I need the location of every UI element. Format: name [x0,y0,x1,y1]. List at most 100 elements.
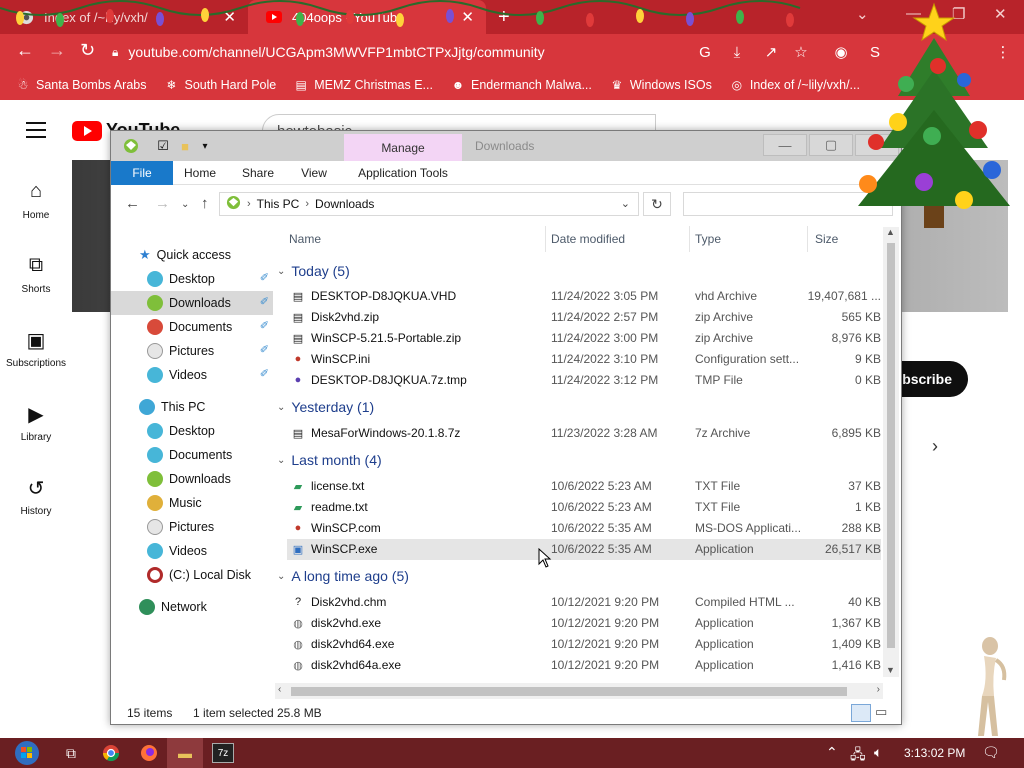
column-header-size[interactable]: Size [815,226,838,252]
share-icon[interactable]: ↗ [762,43,780,61]
chrome-icon[interactable] [100,743,122,763]
chevron-down-icon[interactable]: ⌄ [621,197,630,210]
volume-icon[interactable]: 🔈︎ [874,744,882,761]
large-icons-view-icon[interactable]: ▭ [875,704,887,720]
chevron-right-icon[interactable]: › [877,684,880,695]
browser-tab-youtube[interactable]: 404oops - YouTube ✕ [248,0,486,34]
column-header-date[interactable]: Date modified [551,226,625,252]
up-arrow-icon[interactable]: ↑ [201,195,209,212]
explorer-address-bar[interactable]: › This PC › Downloads ⌄ [219,192,639,216]
chevron-down-icon[interactable]: ⌄ [181,199,189,210]
breadcrumb-this-pc[interactable]: This PC [257,197,300,211]
nav-pc-local-disk[interactable]: (C:) Local Disk [111,563,273,587]
pin-icon[interactable]: ✐ [260,319,269,332]
explorer-search-input[interactable] [683,192,893,216]
pin-icon[interactable]: ✐ [260,271,269,284]
file-row[interactable]: ● WinSCP.ini 11/24/2022 3:10 PM Configur… [287,349,881,370]
file-row[interactable]: ▤ MesaForWindows-20.1.8.7z 11/23/2022 3:… [287,423,881,444]
nav-quick-downloads[interactable]: Downloads ✐ [111,291,273,315]
chevron-up-icon[interactable]: ⌃ [826,744,838,761]
close-icon[interactable]: ✕ [461,8,474,26]
nav-quick-pictures[interactable]: Pictures ✐ [111,339,273,363]
bookmark-index-of[interactable]: ◎ Index of /~lily/vxh/... [730,78,860,92]
new-tab-button[interactable]: + [498,6,510,29]
pin-icon[interactable]: ✐ [260,343,269,356]
manage-context-tab[interactable]: Manage [344,134,462,161]
minimize-icon[interactable]: — [763,134,807,156]
seven-zip-icon[interactable]: 7z [212,743,234,763]
chevron-down-icon[interactable]: ⌄ [856,5,869,23]
firefox-icon[interactable] [138,743,160,763]
file-row[interactable]: ▤ WinSCP-5.21.5-Portable.zip 11/24/2022 … [287,328,881,349]
yt-nav-shorts[interactable]: ⧉ Shorts [0,254,72,295]
group-header-last-month[interactable]: ⌄ Last month (4) [277,450,382,470]
nav-quick-desktop[interactable]: Desktop ✐ [111,267,273,291]
back-arrow-icon[interactable]: ← [16,40,34,61]
column-header-name[interactable]: Name [289,226,321,252]
restore-icon[interactable]: ❐ [952,5,965,23]
file-row[interactable]: ? Disk2vhd.chm 10/12/2021 9:20 PM Compil… [287,592,881,613]
nav-quick-videos[interactable]: Videos ✐ [111,363,273,387]
nav-this-pc[interactable]: This PC [111,395,273,419]
file-row-selected[interactable]: ▣ WinSCP.exe 10/6/2022 5:35 AM Applicati… [287,539,881,560]
task-view-icon[interactable]: ⧉ [60,743,82,763]
column-divider[interactable] [545,226,546,252]
pin-icon[interactable]: ✐ [260,295,269,308]
minimize-icon[interactable]: — [906,5,921,22]
properties-icon[interactable]: ☑ [155,138,171,154]
close-icon[interactable]: ✕ [994,5,1007,23]
notification-icon[interactable]: 🗨︎ [982,744,1000,761]
reload-icon[interactable]: ↻ [80,40,95,61]
yt-nav-history[interactable]: ↺ History [0,476,72,517]
file-row[interactable]: ● DESKTOP-D8JQKUA.7z.tmp 11/24/2022 3:12… [287,370,881,391]
nav-pc-documents[interactable]: Documents [111,443,273,467]
file-explorer-icon[interactable]: ▬ [174,743,196,763]
file-row[interactable]: ◍ disk2vhd64a.exe 10/12/2021 9:20 PM App… [287,655,881,676]
hamburger-menu-icon[interactable] [26,122,46,143]
ribbon-tab-file[interactable]: File [111,161,173,185]
install-icon[interactable]: ⤓ [728,43,746,61]
nav-pc-videos[interactable]: Videos [111,539,273,563]
close-icon[interactable]: ✕ [855,134,899,156]
file-row[interactable]: ▤ DESKTOP-D8JQKUA.VHD 11/24/2022 3:05 PM… [287,286,881,307]
bookmark-windows-isos[interactable]: ♛ Windows ISOs [610,78,711,92]
globe-icon[interactable] [123,138,139,154]
google-icon[interactable]: G [696,43,714,61]
start-button[interactable] [12,740,42,766]
file-row[interactable]: ● WinSCP.com 10/6/2022 5:35 AM MS-DOS Ap… [287,518,881,539]
group-header-yesterday[interactable]: ⌄ Yesterday (1) [277,397,374,417]
kebab-menu-icon[interactable]: ⋮ [994,43,1012,61]
vertical-scrollbar[interactable]: ▲ ▼ [883,227,899,677]
forward-arrow-icon[interactable]: → [48,40,66,61]
chevron-up-icon[interactable]: ▲ [886,227,895,237]
forward-arrow-icon[interactable]: → [155,195,170,212]
file-row[interactable]: ◍ disk2vhd.exe 10/12/2021 9:20 PM Applic… [287,613,881,634]
close-icon[interactable]: ✕ [223,8,236,26]
file-row[interactable]: ▰ readme.txt 10/6/2022 5:23 AM TXT File … [287,497,881,518]
yt-nav-home[interactable]: ⌂ Home [0,180,72,221]
breadcrumb-downloads[interactable]: Downloads [315,197,374,211]
bookmark-santa-bombs[interactable]: ☃ Santa Bombs Arabs [16,78,147,92]
yt-nav-subscriptions[interactable]: ▣ Subscriptions [0,328,72,369]
extension-s-icon[interactable]: S [866,43,884,61]
chevron-left-icon[interactable]: ‹ [278,684,281,695]
nav-network[interactable]: Network [111,595,273,619]
file-row[interactable]: ◍ disk2vhd64.exe 10/12/2021 9:20 PM Appl… [287,634,881,655]
bookmark-south-hard-pole[interactable]: ❄ South Hard Pole [164,78,276,92]
yt-nav-library[interactable]: ▶ Library [0,402,72,443]
nav-pc-pictures[interactable]: Pictures [111,515,273,539]
scrollbar-thumb[interactable] [291,687,847,696]
group-header-today[interactable]: ⌄ Today (5) [277,261,350,281]
chevron-right-icon[interactable]: › [932,436,938,457]
column-divider[interactable] [807,226,808,252]
details-view-icon[interactable] [851,704,871,722]
back-arrow-icon[interactable]: ← [125,195,140,212]
ribbon-tab-home[interactable]: Home [173,161,227,185]
nav-quick-documents[interactable]: Documents ✐ [111,315,273,339]
nav-pc-music[interactable]: Music [111,491,273,515]
star-icon[interactable]: ☆ [792,43,810,61]
bookmark-memz[interactable]: ▤ MEMZ Christmas E... [294,78,433,92]
maximize-icon[interactable]: ▢ [809,134,853,156]
group-header-long-ago[interactable]: ⌄ A long time ago (5) [277,566,409,586]
nav-pc-downloads[interactable]: Downloads [111,467,273,491]
